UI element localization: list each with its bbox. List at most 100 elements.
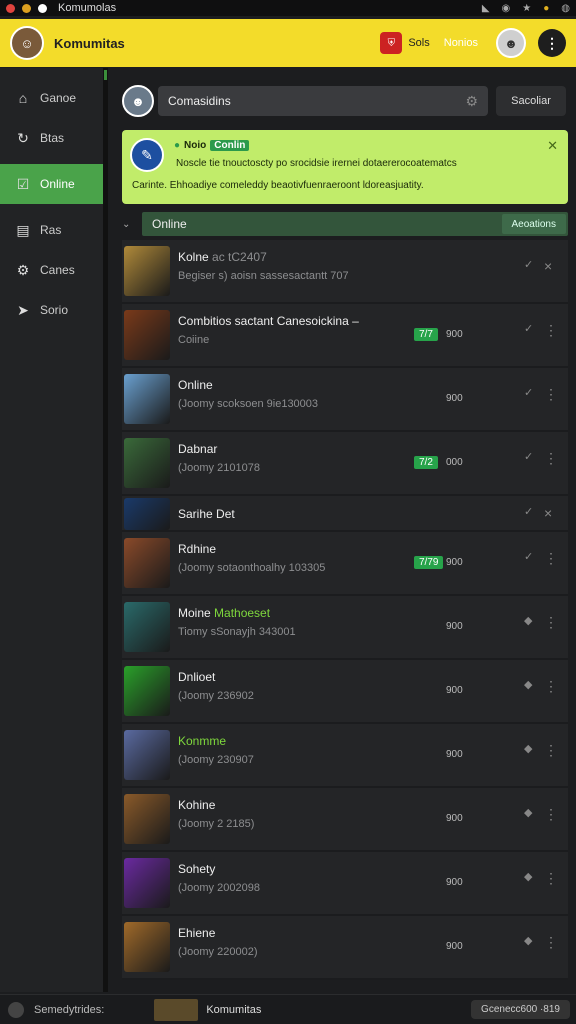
- more-icon[interactable]: ⋮: [544, 806, 558, 823]
- item-subtitle: (Joomy 2101078: [178, 462, 260, 474]
- star-icon[interactable]: ★: [522, 3, 531, 14]
- sidebar-scrollbar[interactable]: [103, 68, 108, 992]
- check-icon[interactable]: ✓: [524, 386, 533, 399]
- list-item[interactable]: Dnlioet (Joomy 236902 900 ◆ ⋮: [122, 660, 568, 724]
- sidebar-item-btas[interactable]: ↻ Btas: [0, 118, 104, 158]
- user-avatar[interactable]: ☻: [496, 28, 526, 58]
- more-icon[interactable]: ⋮: [544, 322, 558, 339]
- search-button[interactable]: Sacoliar: [496, 86, 566, 116]
- count-badge: 7/7: [414, 328, 438, 341]
- item-subtitle: (Joomy 230907: [178, 754, 254, 766]
- close-icon[interactable]: ×: [544, 505, 552, 521]
- notice-line-1: Noscle tie tnouctoscty po srocidsie irer…: [176, 158, 457, 169]
- check-icon[interactable]: ✓: [524, 550, 533, 563]
- list-item[interactable]: Moine Mathoeset Tiomy sSonayjh 343001 900 ◆…: [122, 596, 568, 660]
- item-name-text: Combitios sactant Canesoickina –: [178, 314, 359, 328]
- game-thumbnail[interactable]: [124, 730, 170, 780]
- item-name: Dnlioet: [178, 670, 215, 684]
- search-input[interactable]: Comasidins ⚙: [158, 86, 488, 116]
- game-thumbnail[interactable]: [124, 498, 170, 530]
- footer-icon[interactable]: [8, 1001, 24, 1018]
- tag-icon[interactable]: ◆: [524, 870, 532, 883]
- item-number: 900: [446, 621, 463, 632]
- list-item[interactable]: Kohine (Joomy 2 2185) 900 ◆ ⋮: [122, 788, 568, 852]
- item-name: Ehiene: [178, 926, 215, 940]
- more-icon[interactable]: ⋮: [544, 934, 558, 951]
- sidebar-item-sorio[interactable]: ➤ Sorio: [0, 290, 104, 330]
- check-icon[interactable]: ✓: [524, 322, 533, 335]
- game-thumbnail[interactable]: [124, 310, 170, 360]
- footer-button[interactable]: Gcenecc600 ·819: [471, 1000, 570, 1019]
- footer-bar: Semedytrides: Komumitas Gcenecc600 ·819: [0, 994, 576, 1024]
- item-name: Dabnar: [178, 442, 217, 456]
- scrollbar-thumb[interactable]: [104, 70, 107, 80]
- actions-button[interactable]: Aeoations: [501, 214, 566, 234]
- list-item[interactable]: Dabnar (Joomy 2101078 7/2 000 ✓ ⋮: [122, 432, 568, 496]
- tag-icon[interactable]: ◆: [524, 742, 532, 755]
- game-thumbnail[interactable]: [124, 794, 170, 844]
- list-item[interactable]: Kolne ac tC2407 Begiser s) aoisn sassesac…: [122, 240, 568, 304]
- more-options-button[interactable]: ⋮: [538, 29, 566, 57]
- more-icon[interactable]: ⋮: [544, 614, 558, 631]
- game-thumbnail[interactable]: [124, 374, 170, 424]
- more-icon[interactable]: ⋮: [544, 450, 558, 467]
- more-icon[interactable]: ⋮: [544, 870, 558, 887]
- more-icon[interactable]: ⋮: [544, 742, 558, 759]
- shield-badge-icon[interactable]: ⛨: [380, 32, 403, 54]
- minimize-window-button[interactable]: [22, 3, 31, 13]
- sidebar-item-online[interactable]: ☑ Online: [0, 164, 104, 204]
- item-number: 900: [446, 685, 463, 696]
- sidebar-item-canes[interactable]: ⚙ Canes: [0, 250, 104, 290]
- check-icon[interactable]: ✓: [524, 258, 533, 271]
- game-thumbnail[interactable]: [124, 246, 170, 296]
- section-title: Online: [152, 217, 187, 231]
- sidebar-item-ras[interactable]: ▤ Ras: [0, 210, 104, 250]
- mask-icon[interactable]: ◉: [502, 3, 511, 14]
- settings-gear-icon[interactable]: ⚙: [465, 93, 478, 110]
- check-icon[interactable]: ✓: [524, 450, 533, 463]
- game-thumbnail[interactable]: [124, 438, 170, 488]
- list-item[interactable]: Sohety (Joomy 2002098 900 ◆ ⋮: [122, 852, 568, 916]
- more-icon[interactable]: ⋮: [544, 678, 558, 695]
- item-number: 900: [446, 557, 463, 568]
- tag-icon[interactable]: ◆: [524, 934, 532, 947]
- check-circle-icon: ●: [174, 140, 181, 151]
- item-number: 900: [446, 941, 463, 952]
- list-item[interactable]: Combitios sactant Canesoickina – Coiine 7/…: [122, 304, 568, 368]
- app-avatar[interactable]: ☺: [10, 26, 44, 60]
- tag-icon[interactable]: ◆: [524, 806, 532, 819]
- profile-icon[interactable]: ◍: [561, 3, 570, 14]
- footer-text: Semedytrides:: [34, 1003, 105, 1016]
- list-item[interactable]: Ehiene (Joomy 220002) 900 ◆ ⋮: [122, 916, 568, 980]
- list-item[interactable]: Online (Joomy scoksoen 9ie130003 900 ✓ ⋮: [122, 368, 568, 432]
- close-icon[interactable]: ×: [544, 258, 552, 274]
- list-item[interactable]: Rdhine (Joomy sotaonthoalhy 103305 7/79 900…: [122, 532, 568, 596]
- game-thumbnail[interactable]: [124, 858, 170, 908]
- app-icon: [38, 3, 47, 13]
- search-avatar[interactable]: ☻: [122, 85, 154, 117]
- chevron-down-icon[interactable]: ⌄: [122, 219, 142, 230]
- close-icon[interactable]: ✕: [547, 138, 558, 154]
- list-item[interactable]: Sarihe Det ✓ ×: [122, 496, 568, 532]
- game-thumbnail[interactable]: [124, 666, 170, 716]
- game-thumbnail[interactable]: [124, 602, 170, 652]
- coin-icon[interactable]: ●: [543, 3, 549, 14]
- check-icon[interactable]: ✓: [524, 505, 533, 518]
- more-icon[interactable]: ⋮: [544, 550, 558, 567]
- item-name-text: Kolne: [178, 250, 209, 264]
- game-thumbnail[interactable]: [124, 922, 170, 972]
- game-thumbnail[interactable]: [124, 538, 170, 588]
- more-icon[interactable]: ⋮: [544, 386, 558, 403]
- app-title: Komumitas: [54, 35, 125, 51]
- triangle-icon[interactable]: ◣: [482, 3, 490, 14]
- tag-icon[interactable]: ◆: [524, 678, 532, 691]
- sidebar-item-label: Canes: [40, 263, 75, 277]
- status-value[interactable]: Nonios: [444, 37, 478, 49]
- list-item[interactable]: Konmme (Joomy 230907 900 ◆ ⋮: [122, 724, 568, 788]
- item-name: Sarihe Det: [178, 507, 235, 521]
- close-window-button[interactable]: [6, 3, 15, 13]
- tag-icon[interactable]: ◆: [524, 614, 532, 627]
- sidebar-item-ganoe[interactable]: ⌂ Ganoe: [0, 78, 104, 118]
- item-subtitle: (Joomy sotaonthoalhy 103305: [178, 562, 326, 574]
- item-name-suffix: Mathoeset: [210, 606, 271, 620]
